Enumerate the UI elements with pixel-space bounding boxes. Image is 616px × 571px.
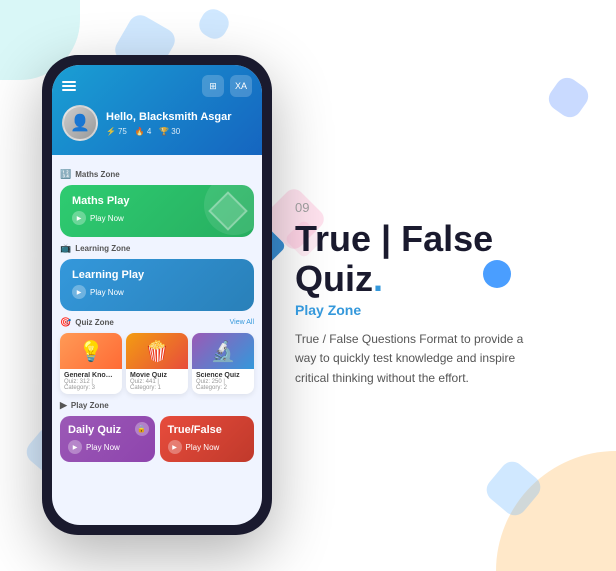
learning-zone-text: Learning Zone — [75, 244, 130, 253]
learning-zone-label: 📺 Learning Zone — [60, 243, 254, 254]
bg-diamond-5 — [544, 73, 593, 122]
phone-header: ⊞ XA 👤 Hello, Blacksmith Asgar ⚡ 75 — [52, 65, 262, 155]
play-zone-label: ▶ Play Zone — [60, 400, 254, 411]
main-title-line2: Quiz — [295, 258, 373, 299]
user-info: 👤 Hello, Blacksmith Asgar ⚡ 75 🔥 4 — [62, 105, 252, 141]
play-zone-text: Play Zone — [71, 401, 109, 410]
learning-play-circle: ▶ — [72, 285, 86, 299]
subtitle: Play Zone — [295, 302, 595, 318]
maths-play-button[interactable]: ▶ Play Now — [72, 211, 242, 225]
hamburger-menu[interactable] — [62, 81, 76, 91]
true-false-play-label: Play Now — [186, 443, 220, 452]
hamburger-line-2 — [62, 85, 76, 87]
daily-quiz-play-label: Play Now — [86, 443, 120, 452]
hamburger-line-1 — [62, 81, 76, 83]
lock-icon: 🔒 — [135, 422, 149, 436]
learning-play-label: Play Now — [90, 288, 124, 297]
quiz-zone-text: Quiz Zone — [75, 318, 114, 327]
user-greeting: Hello, Blacksmith Asgar — [106, 111, 232, 123]
play-zone-icon: ▶ — [60, 400, 67, 411]
quiz-card-info-general: General Knowl... Quiz: 312 | Category: 3 — [60, 369, 122, 394]
maths-card-title: Maths Play — [72, 195, 242, 207]
header-icon-grid[interactable]: ⊞ — [202, 75, 224, 97]
true-false-title: True/False — [168, 424, 247, 436]
quiz-card-info-movie: Movie Quiz Quiz: 441 | Category: 1 — [126, 369, 188, 394]
learning-play-button[interactable]: ▶ Play Now — [72, 285, 242, 299]
maths-play-circle: ▶ — [72, 211, 86, 225]
quiz-card-img-movie: 🍿 — [126, 333, 188, 369]
phone-content: 🔢 Maths Zone Maths Play ▶ Play Now 📺 Lea… — [52, 155, 262, 520]
quiz-card-meta-movie: Quiz: 441 | Category: 1 — [130, 379, 184, 391]
quiz-card-name-general: General Knowl... — [64, 372, 118, 379]
daily-quiz-play-circle: ▶ — [68, 440, 82, 454]
quiz-zone-label: 🎯 Quiz Zone — [60, 317, 114, 328]
view-all-link[interactable]: View All — [230, 319, 254, 326]
main-title-line1: True | False — [295, 218, 493, 259]
title-dot: . — [373, 258, 383, 299]
quiz-card-info-science: Science Quiz Quiz: 250 | Category: 2 — [192, 369, 254, 394]
avatar: 👤 — [62, 105, 98, 141]
true-false-card[interactable]: True/False ▶ Play Now — [160, 416, 255, 462]
quiz-zone-header: 🎯 Quiz Zone View All — [60, 317, 254, 328]
maths-icon: 🔢 — [60, 169, 71, 180]
learning-icon: 📺 — [60, 243, 71, 254]
streak-icon: 🔥 — [135, 127, 145, 136]
right-panel: 09 True | False Quiz. Play Zone True / F… — [295, 200, 595, 388]
maths-zone-text: Maths Zone — [75, 170, 119, 179]
trophy-value: 30 — [171, 127, 180, 136]
quiz-card-science[interactable]: 🔬 Science Quiz Quiz: 250 | Category: 2 — [192, 333, 254, 394]
phone-screen: ⊞ XA 👤 Hello, Blacksmith Asgar ⚡ 75 — [52, 65, 262, 525]
user-details: Hello, Blacksmith Asgar ⚡ 75 🔥 4 — [106, 111, 232, 136]
true-false-play-circle: ▶ — [168, 440, 182, 454]
trophy-icon: 🏆 — [159, 127, 169, 136]
hamburger-line-3 — [62, 89, 76, 91]
streak-value: 4 — [147, 127, 151, 136]
learning-card-title: Learning Play — [72, 269, 242, 281]
learning-play-card[interactable]: Learning Play ▶ Play Now — [60, 259, 254, 311]
quiz-grid: 💡 General Knowl... Quiz: 312 | Category:… — [60, 333, 254, 394]
maths-zone-label: 🔢 Maths Zone — [60, 169, 254, 180]
header-icon-translate[interactable]: XA — [230, 75, 252, 97]
maths-play-card[interactable]: Maths Play ▶ Play Now — [60, 185, 254, 237]
quiz-card-img-science: 🔬 — [192, 333, 254, 369]
user-stats: ⚡ 75 🔥 4 🏆 30 — [106, 127, 232, 136]
quiz-icon: 🎯 — [60, 317, 71, 328]
xp-value: 75 — [118, 127, 127, 136]
phone-outer: ⊞ XA 👤 Hello, Blacksmith Asgar ⚡ 75 — [42, 55, 272, 535]
slide-number: 09 — [295, 200, 595, 215]
main-title: True | False Quiz. — [295, 219, 595, 298]
bg-diamond-3 — [195, 5, 233, 43]
quiz-card-name-movie: Movie Quiz — [130, 372, 184, 379]
header-icons: ⊞ XA — [202, 75, 252, 97]
quiz-card-meta-science: Quiz: 250 | Category: 2 — [196, 379, 250, 391]
true-false-play-btn[interactable]: ▶ Play Now — [168, 440, 247, 454]
phone-top-bar: ⊞ XA — [62, 75, 252, 97]
stat-streak: 🔥 4 — [135, 127, 151, 136]
daily-quiz-card[interactable]: Daily Quiz ▶ Play Now 🔒 — [60, 416, 155, 462]
quiz-card-general[interactable]: 💡 General Knowl... Quiz: 312 | Category:… — [60, 333, 122, 394]
bottom-cards: Daily Quiz ▶ Play Now 🔒 True/False ▶ Pla… — [60, 416, 254, 462]
quiz-card-meta-general: Quiz: 312 | Category: 3 — [64, 379, 118, 391]
quiz-card-img-general: 💡 — [60, 333, 122, 369]
maths-play-label: Play Now — [90, 214, 124, 223]
phone-mockup: ⊞ XA 👤 Hello, Blacksmith Asgar ⚡ 75 — [42, 55, 272, 535]
stat-trophy: 🏆 30 — [159, 127, 180, 136]
quiz-card-name-science: Science Quiz — [196, 372, 250, 379]
quiz-card-movie[interactable]: 🍿 Movie Quiz Quiz: 441 | Category: 1 — [126, 333, 188, 394]
stat-xp: ⚡ 75 — [106, 127, 127, 136]
daily-quiz-play-btn[interactable]: ▶ Play Now — [68, 440, 147, 454]
description: True / False Questions Format to provide… — [295, 330, 525, 388]
xp-icon: ⚡ — [106, 127, 116, 136]
maths-card-diamond — [208, 191, 248, 231]
